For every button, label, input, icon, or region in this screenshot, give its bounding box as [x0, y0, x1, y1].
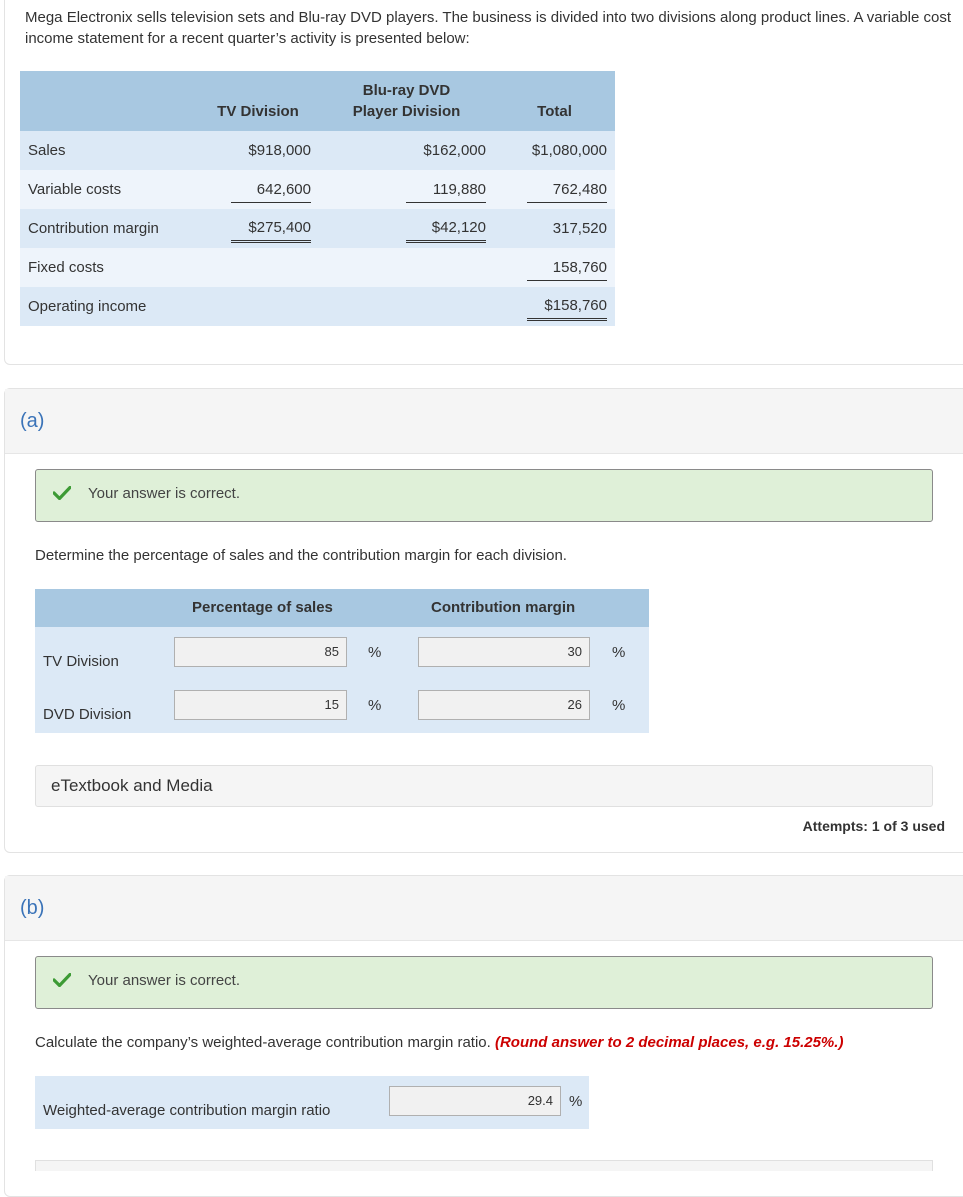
part-a-header: (a) — [5, 389, 963, 454]
correct-text: Your answer is correct. — [88, 485, 241, 502]
pct-input-tv[interactable]: 85 — [174, 637, 347, 667]
part-b-card: (b) Your answer is correct. Calculate th… — [4, 875, 963, 1197]
etextbook-media-link[interactable]: eTextbook and Media — [35, 765, 933, 807]
cell-blu: $42,120 — [406, 215, 486, 243]
cell-total: 317,520 — [552, 220, 607, 237]
pct-unit: % — [612, 644, 626, 661]
etextbook-media-label: eTextbook and Media — [51, 776, 213, 795]
intro-text: Mega Electronix sells television sets an… — [25, 9, 952, 47]
part-a-card: (a) Your answer is correct. Determine th… — [4, 388, 963, 853]
row-label: DVD Division — [43, 706, 132, 723]
cell-tv: $918,000 — [248, 142, 311, 159]
row-label: Operating income — [20, 287, 197, 326]
col-cm-header: Contribution margin — [431, 599, 576, 616]
row-label: TV Division — [43, 653, 119, 670]
pct-input-dvd[interactable]: 15 — [174, 690, 347, 720]
table-row: Operating income $158,760 — [20, 287, 615, 326]
weighted-avg-row: Weighted-average contribution margin rat… — [35, 1076, 589, 1129]
weighted-avg-label: Weighted-average contribution margin rat… — [43, 1102, 331, 1119]
correct-banner: Your answer is correct. — [35, 469, 933, 522]
correct-banner: Your answer is correct. — [35, 956, 933, 1009]
check-icon — [53, 973, 71, 987]
row-label: Fixed costs — [20, 248, 197, 287]
question-text: Calculate the company’s weighted-average… — [35, 1034, 843, 1051]
header-total: Total — [494, 71, 615, 131]
table-row: Sales $918,000 $162,000 $1,080,000 — [20, 131, 615, 170]
pct-unit: % — [612, 697, 626, 714]
question-text: Determine the percentage of sales and th… — [35, 547, 567, 564]
answer-grid: Percentage of sales Contribution margin … — [35, 589, 649, 733]
part-a-letter: (a) — [20, 410, 45, 432]
cell-total: $1,080,000 — [531, 142, 607, 159]
table-row: Fixed costs 158,760 — [20, 248, 615, 287]
correct-text: Your answer is correct. — [88, 972, 241, 989]
rounding-note: (Round answer to 2 decimal places, e.g. … — [494, 1034, 844, 1051]
cm-input-dvd[interactable]: 26 — [418, 690, 590, 720]
cell-total: 762,480 — [527, 177, 607, 203]
cell-total: 158,760 — [527, 255, 607, 281]
cell-tv: 642,600 — [231, 177, 311, 203]
check-icon — [53, 486, 71, 500]
header-bluray-line1: Blu-ray DVD — [362, 82, 451, 99]
weighted-avg-input[interactable]: 29.4 — [389, 1086, 561, 1116]
income-statement-table: TV Division Blu-ray DVD Player Division T… — [20, 71, 615, 326]
grid-header: Percentage of sales Contribution margin — [35, 589, 649, 627]
row-label: Variable costs — [20, 170, 197, 209]
col-pct-header: Percentage of sales — [192, 599, 333, 616]
cell-blu: $162,000 — [423, 142, 486, 159]
cell-tv: $275,400 — [231, 215, 311, 243]
pct-unit: % — [368, 697, 382, 714]
part-b-header: (b) — [5, 876, 963, 941]
pct-unit: % — [368, 644, 382, 661]
table-row: Contribution margin $275,400 $42,120 317… — [20, 209, 615, 248]
table-header-row: TV Division Blu-ray DVD Player Division T… — [20, 71, 615, 131]
header-bluray-line2: Player Division — [352, 103, 461, 120]
row-label: Contribution margin — [20, 209, 197, 248]
cm-input-tv[interactable]: 30 — [418, 637, 590, 667]
part-b-letter: (b) — [20, 897, 45, 919]
cell-total: $158,760 — [527, 293, 607, 321]
pct-unit: % — [569, 1093, 583, 1110]
header-blank — [20, 71, 197, 131]
attempts-counter: Attempts: 1 of 3 used — [802, 818, 945, 834]
grid-row-tv: TV Division 85 % 30 % — [35, 627, 649, 680]
header-bluray-division: Blu-ray DVD Player Division — [319, 71, 494, 131]
next-media-box-edge — [35, 1160, 933, 1171]
header-tv-division: TV Division — [197, 71, 319, 131]
table-row: Variable costs 642,600 119,880 762,480 — [20, 170, 615, 209]
row-label: Sales — [20, 131, 197, 170]
question-main: Calculate the company’s weighted-average… — [35, 1034, 491, 1051]
cell-blu: 119,880 — [406, 177, 486, 203]
grid-row-dvd: DVD Division 15 % 26 % — [35, 680, 649, 733]
